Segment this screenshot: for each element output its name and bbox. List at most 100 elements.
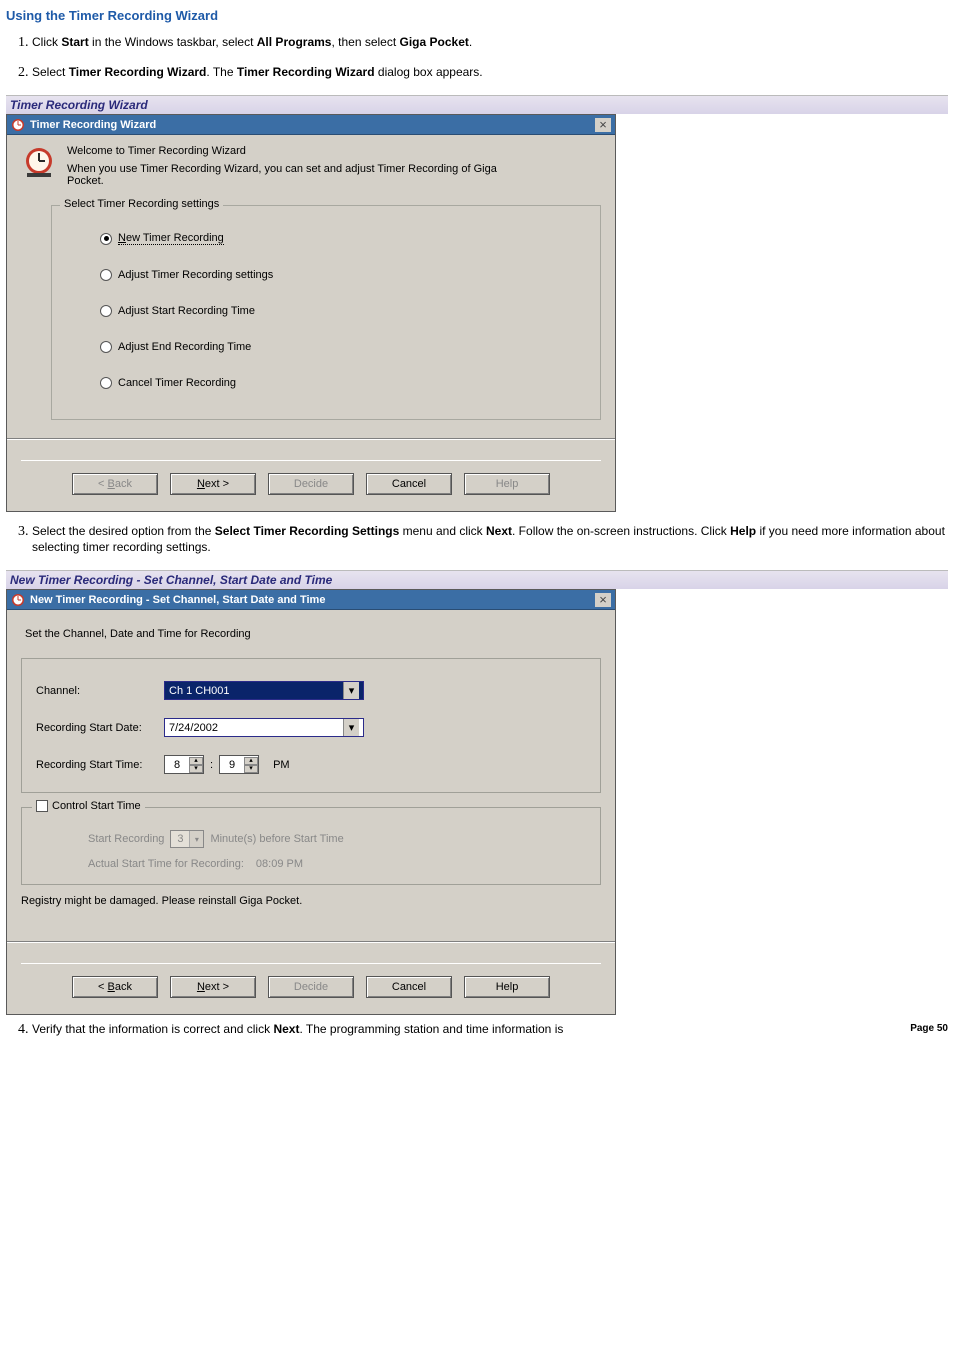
cancel-button[interactable]: Cancel xyxy=(366,976,452,998)
dialog-title: Timer Recording Wizard xyxy=(30,119,156,131)
radio-label: Adjust Timer Recording settings xyxy=(118,269,273,281)
close-icon[interactable]: × xyxy=(595,118,611,132)
titlebar[interactable]: Timer Recording Wizard × xyxy=(7,115,615,135)
t: Verify that the information is correct a… xyxy=(32,1022,273,1036)
welcome-line2: When you use Timer Recording Wizard, you… xyxy=(67,163,497,187)
chevron-down-icon: ▾ xyxy=(343,719,359,736)
page-heading: Using the Timer Recording Wizard xyxy=(6,8,948,23)
hour-spinner[interactable]: 8 ▴▾ xyxy=(164,755,204,774)
t: Select xyxy=(32,65,69,79)
radio-adjust-start-time[interactable]: Adjust Start Recording Time xyxy=(100,305,582,317)
channel-combo[interactable]: Ch 1 CH001 ▾ xyxy=(164,681,364,700)
t: N xyxy=(118,232,126,244)
dialog-title: New Timer Recording - Set Channel, Start… xyxy=(30,594,325,606)
back-button: < Back xyxy=(72,473,158,495)
start-recording-label: Start Recording xyxy=(88,833,164,845)
steps-list-cont: Select the desired option from the Selec… xyxy=(32,524,948,556)
dialog-buttons: < Back Next > Decide Cancel Help xyxy=(21,963,601,998)
t: Timer Recording Wizard xyxy=(237,65,375,79)
minute-spinner[interactable]: 9 ▴▾ xyxy=(219,755,259,774)
t: Start xyxy=(61,35,88,49)
close-icon[interactable]: × xyxy=(595,593,611,607)
t: Giga Pocket xyxy=(400,35,469,49)
next-button[interactable]: Next > xyxy=(170,473,256,495)
t: menu and click xyxy=(399,524,486,538)
steps-list: Click Start in the Windows taskbar, sele… xyxy=(32,35,948,81)
dialog-new-timer-recording: New Timer Recording - Set Channel, Start… xyxy=(6,589,616,1015)
steps-list-cont2: Verify that the information is correct a… xyxy=(32,1022,948,1038)
t: . Follow the on-screen instructions. Cli… xyxy=(512,524,730,538)
spinner-value: 9 xyxy=(220,759,244,771)
t: Timer Recording Wizard xyxy=(69,65,207,79)
actual-start-value: 08:09 PM xyxy=(256,858,303,870)
t: in the Windows taskbar, select xyxy=(89,35,257,49)
t: . The programming station and time infor… xyxy=(299,1022,563,1036)
checkbox-icon[interactable] xyxy=(36,800,48,812)
settings-fieldset: Select Timer Recording settings New Time… xyxy=(51,205,601,420)
fieldset-legend: Select Timer Recording settings xyxy=(60,198,223,210)
decide-button: Decide xyxy=(268,976,354,998)
t: Click xyxy=(32,35,61,49)
back-button[interactable]: < Back xyxy=(72,976,158,998)
titlebar[interactable]: New Timer Recording - Set Channel, Start… xyxy=(7,590,615,610)
t: Next xyxy=(486,524,512,538)
combo-value: 3 xyxy=(171,833,189,845)
help-button: Help xyxy=(464,473,550,495)
minutes-before-combo: 3 ▾ xyxy=(170,830,204,848)
t: Select Timer Recording Settings xyxy=(215,524,400,538)
combo-value: 7/24/2002 xyxy=(169,722,218,734)
figure-caption-2: New Timer Recording - Set Channel, Start… xyxy=(6,570,948,589)
dialog-intro: Set the Channel, Date and Time for Recor… xyxy=(25,628,601,640)
radio-icon xyxy=(100,305,112,317)
radio-label: Cancel Timer Recording xyxy=(118,377,236,389)
radio-icon xyxy=(100,269,112,281)
spin-down[interactable]: ▾ xyxy=(244,765,258,773)
step-4: Verify that the information is correct a… xyxy=(32,1022,948,1038)
app-icon xyxy=(11,593,25,607)
welcome-line1: Welcome to Timer Recording Wizard xyxy=(67,145,497,157)
ampm-label: PM xyxy=(273,759,290,771)
t: , then select xyxy=(331,35,399,49)
radio-icon xyxy=(100,377,112,389)
radio-new-timer-recording[interactable]: New Timer Recording xyxy=(100,232,582,245)
step-3: Select the desired option from the Selec… xyxy=(32,524,948,556)
step-1: Click Start in the Windows taskbar, sele… xyxy=(32,35,948,51)
channel-date-box: Channel: Ch 1 CH001 ▾ Recording Start Da… xyxy=(21,658,601,793)
t: ew Timer Recording xyxy=(126,232,224,244)
t: dialog box appears. xyxy=(375,65,483,79)
spin-up[interactable]: ▴ xyxy=(189,757,203,765)
tail-label: Minute(s) before Start Time xyxy=(210,833,343,845)
radio-icon xyxy=(100,233,112,245)
t: . xyxy=(469,35,472,49)
chevron-down-icon: ▾ xyxy=(189,831,203,847)
spin-down[interactable]: ▾ xyxy=(189,765,203,773)
status-message: Registry might be damaged. Please reinst… xyxy=(21,895,601,907)
date-combo[interactable]: 7/24/2002 ▾ xyxy=(164,718,364,737)
dialog-buttons: < Back Next > Decide Cancel Help xyxy=(21,460,601,495)
spin-up[interactable]: ▴ xyxy=(244,757,258,765)
spinner-value: 8 xyxy=(165,759,189,771)
radio-cancel-recording[interactable]: Cancel Timer Recording xyxy=(100,377,582,389)
t: Help xyxy=(730,524,756,538)
next-button[interactable]: Next > xyxy=(170,976,256,998)
actual-start-label: Actual Start Time for Recording: xyxy=(88,858,244,870)
t: Select the desired option from the xyxy=(32,524,215,538)
dialog-timer-recording-wizard: Timer Recording Wizard × Welcome to Time… xyxy=(6,114,616,512)
radio-adjust-end-time[interactable]: Adjust End Recording Time xyxy=(100,341,582,353)
app-icon xyxy=(11,118,25,132)
help-button[interactable]: Help xyxy=(464,976,550,998)
radio-icon xyxy=(100,341,112,353)
cancel-button[interactable]: Cancel xyxy=(366,473,452,495)
t: Next xyxy=(273,1022,299,1036)
figure-caption-1: Timer Recording Wizard xyxy=(6,95,948,114)
step-2: Select Timer Recording Wizard. The Timer… xyxy=(32,65,948,81)
radio-label: Adjust End Recording Time xyxy=(118,341,251,353)
clock-icon xyxy=(21,145,57,181)
decide-button: Decide xyxy=(268,473,354,495)
chevron-down-icon: ▾ xyxy=(343,682,359,699)
radio-label: Adjust Start Recording Time xyxy=(118,305,255,317)
control-start-time-box: Control Start Time Start Recording 3 ▾ M… xyxy=(21,807,601,885)
t: All Programs xyxy=(257,35,332,49)
radio-adjust-settings[interactable]: Adjust Timer Recording settings xyxy=(100,269,582,281)
control-legend[interactable]: Control Start Time xyxy=(32,800,145,812)
